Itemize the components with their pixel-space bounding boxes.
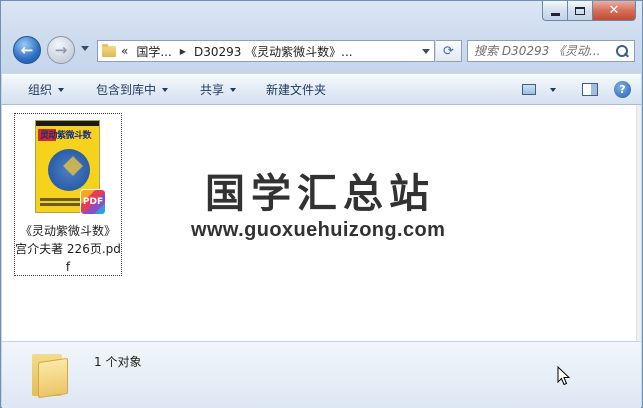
new-folder-button[interactable]: 新建文件夹 bbox=[248, 75, 338, 104]
recent-pages-dropdown[interactable] bbox=[81, 46, 89, 51]
folder-front bbox=[38, 357, 68, 399]
new-folder-label: 新建文件夹 bbox=[266, 83, 327, 97]
mouse-cursor-icon bbox=[557, 366, 571, 386]
forward-button[interactable]: → bbox=[47, 36, 75, 64]
minimize-icon bbox=[550, 12, 560, 16]
organize-menu[interactable]: 组织 bbox=[2, 75, 76, 104]
breadcrumb-item-current[interactable]: D30293 《灵动紫微斗数》... bbox=[194, 43, 353, 60]
back-button[interactable]: ← bbox=[13, 36, 41, 64]
include-in-library-label: 包含到库中 bbox=[96, 83, 157, 97]
file-list-area[interactable]: 灵动紫微斗数 PDF 《灵动紫微斗数》 宫介夫著 226页.pdf 国学汇总站 … bbox=[2, 105, 641, 341]
scrollbar[interactable] bbox=[636, 105, 641, 341]
change-view-icon[interactable] bbox=[522, 84, 536, 95]
explorer-window: ✕ ← → « 国学... ▶ D30293 《灵动紫微斗数》... ⟳ 组织 … bbox=[0, 0, 643, 408]
command-bar: 组织 包含到库中 共享 新建文件夹 ? bbox=[2, 74, 641, 105]
maximize-button[interactable] bbox=[568, 1, 593, 21]
breadcrumb-separator-icon[interactable]: ▶ bbox=[180, 47, 186, 56]
breadcrumb-overflow[interactable]: « bbox=[121, 44, 128, 58]
maximize-icon bbox=[575, 6, 585, 15]
organize-label: 组织 bbox=[28, 83, 53, 97]
file-item[interactable]: 灵动紫微斗数 PDF 《灵动紫微斗数》 宫介夫著 226页.pdf bbox=[14, 113, 122, 276]
share-label: 共享 bbox=[200, 83, 225, 97]
pdf-file-icon: PDF bbox=[80, 189, 106, 215]
file-name-label[interactable]: 《灵动紫微斗数》 宫介夫著 226页.pdf bbox=[15, 222, 121, 276]
include-in-library-menu[interactable]: 包含到库中 bbox=[76, 75, 180, 104]
folder-icon bbox=[102, 43, 116, 57]
close-icon: ✕ bbox=[608, 3, 620, 18]
caption-buttons: ✕ bbox=[542, 1, 636, 21]
watermark-title: 国学汇总站 bbox=[205, 171, 435, 217]
folder-icon bbox=[32, 354, 68, 399]
details-pane: 1 个对象 bbox=[2, 341, 641, 408]
refresh-icon: ⟳ bbox=[443, 43, 454, 59]
arrow-left-icon: ← bbox=[20, 41, 34, 59]
share-menu[interactable]: 共享 bbox=[180, 75, 248, 104]
help-icon[interactable]: ? bbox=[614, 81, 631, 98]
search-box[interactable] bbox=[467, 40, 635, 62]
breadcrumb-item-guoxue[interactable]: 国学... bbox=[136, 43, 171, 60]
address-row: ← → « 国学... ▶ D30293 《灵动紫微斗数》... ⟳ bbox=[1, 35, 642, 65]
refresh-button[interactable]: ⟳ bbox=[436, 40, 462, 62]
cover-title: 灵动紫微斗数 bbox=[40, 131, 92, 141]
close-button[interactable]: ✕ bbox=[593, 1, 636, 21]
minimize-button[interactable] bbox=[542, 1, 568, 21]
chevron-down-icon bbox=[58, 87, 65, 92]
chevron-down-icon bbox=[230, 87, 237, 92]
toolbar-right-group: ? bbox=[522, 75, 641, 104]
cover-band bbox=[36, 121, 99, 126]
view-options-chevron-icon[interactable] bbox=[550, 87, 556, 92]
address-bar[interactable]: « 国学... ▶ D30293 《灵动紫微斗数》... bbox=[97, 40, 435, 62]
preview-pane-icon[interactable] bbox=[582, 83, 598, 96]
chevron-down-icon bbox=[162, 87, 169, 92]
search-input[interactable] bbox=[474, 44, 614, 58]
arrow-right-icon: → bbox=[54, 41, 68, 59]
cover-footer-lines bbox=[40, 203, 80, 206]
item-count-label: 1 个对象 bbox=[94, 355, 142, 369]
watermark-url: www.guoxuehuizong.com bbox=[191, 219, 446, 241]
search-icon[interactable] bbox=[616, 45, 628, 57]
address-dropdown-icon[interactable] bbox=[422, 48, 430, 54]
